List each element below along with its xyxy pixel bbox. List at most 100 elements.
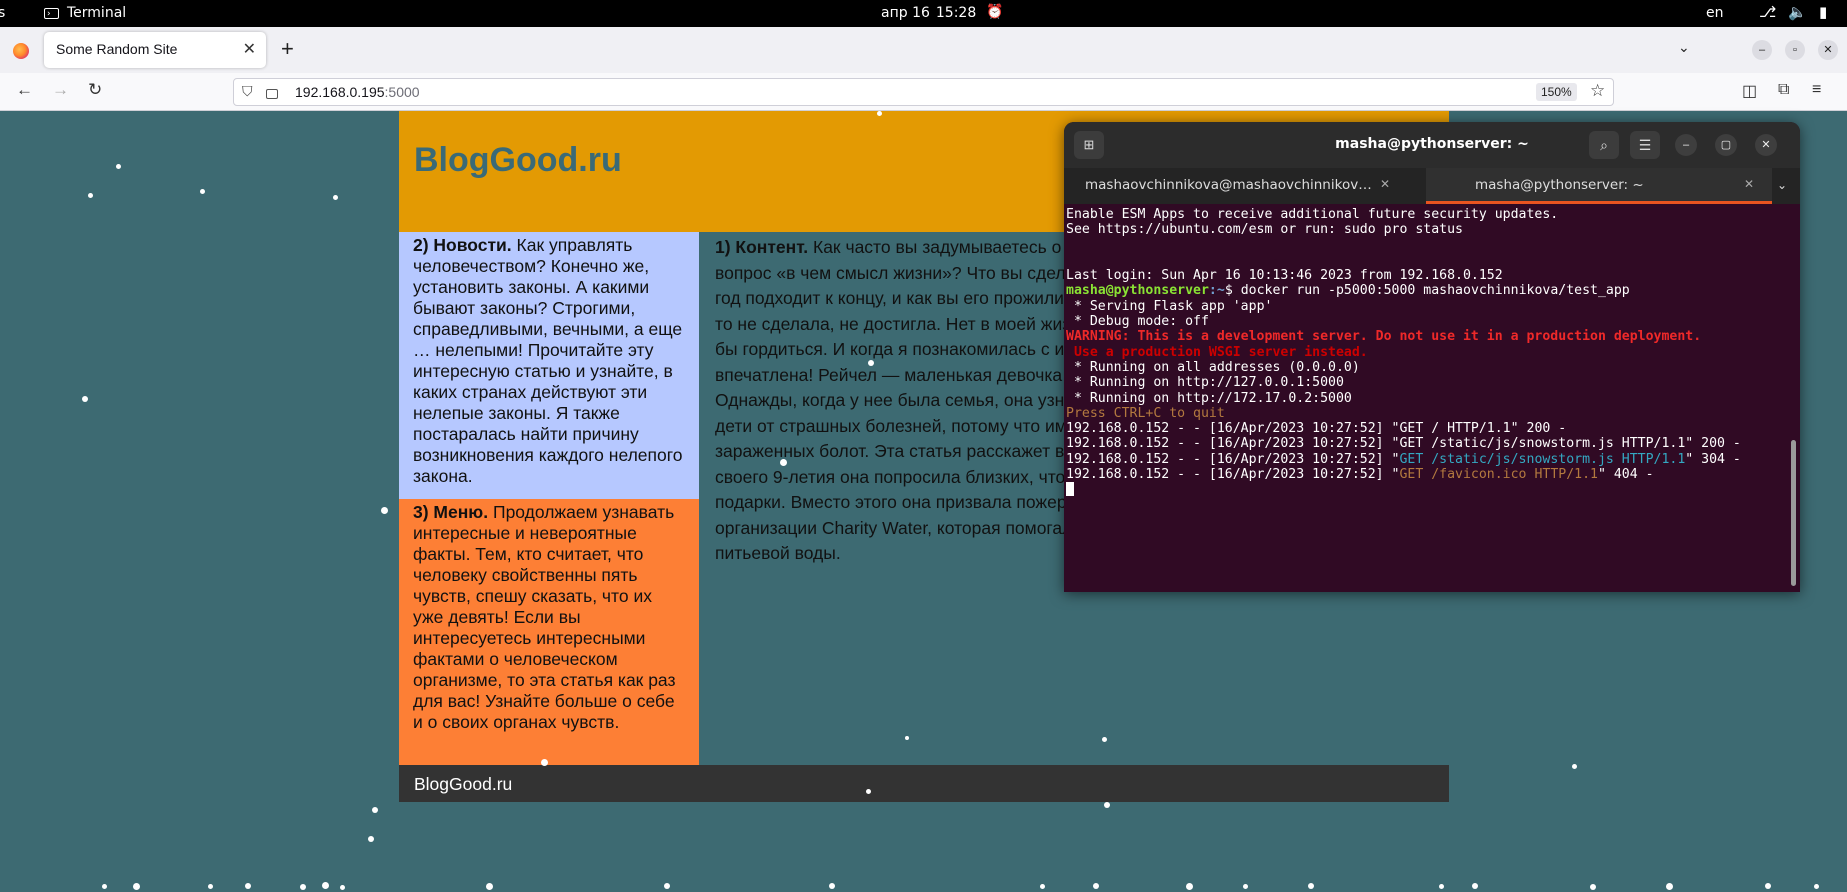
url-text[interactable]: 192.168.0.195:5000: [295, 84, 420, 100]
site-footer: BlogGood.ru: [399, 765, 1449, 802]
snowflake: [1590, 884, 1596, 890]
terminal-tab-label: mashaovchinnikova@mashaovchinnikov…: [1085, 177, 1372, 193]
log-request: GET /static/js/snowstorm.js HTTP/1.1: [1399, 436, 1686, 452]
warning-line: WARNING: This is a development server. D…: [1066, 329, 1702, 345]
active-tab-underline: [1426, 201, 1772, 204]
back-arrow-icon[interactable]: ←: [16, 80, 33, 100]
terminal-menu-icon[interactable]: ☰: [1630, 131, 1660, 159]
snowflake: [486, 883, 493, 890]
warning-line: Use a production WSGI server instead.: [1066, 344, 1368, 360]
bookmark-star-icon[interactable]: ☆: [1590, 81, 1605, 101]
url-port: :5000: [384, 84, 420, 100]
terminal-line: * Serving Flask app 'app': [1066, 298, 1273, 314]
maximize-window-button[interactable]: ▫: [1785, 40, 1805, 60]
snowflake: [905, 736, 909, 740]
system-tray[interactable]: ⎇ 🔈 ▮: [1759, 3, 1827, 21]
terminal-line: Last login: Sun Apr 16 10:13:46 2023 fro…: [1066, 268, 1503, 284]
snowflake: [368, 836, 374, 842]
log-status: " 200 -: [1510, 421, 1567, 437]
log-prefix: 192.168.0.152 - - [16/Apr/2023 10:27:52]…: [1066, 421, 1400, 437]
firefox-icon: [13, 43, 29, 59]
app-menu[interactable]: › Terminal: [44, 5, 126, 21]
new-tab-button[interactable]: +: [281, 36, 294, 62]
menu-text: Продолжаем узнавать интересные и невероя…: [413, 502, 676, 732]
terminal-cursor: [1066, 482, 1074, 497]
terminal-line: * Running on http://127.0.0.1:5000: [1066, 375, 1344, 391]
snowflake: [372, 807, 378, 813]
log-request: GET / HTTP/1.1: [1399, 421, 1511, 437]
log-request: GET /favicon.ico HTTP/1.1: [1399, 467, 1598, 483]
activities-fragment[interactable]: s: [0, 5, 5, 21]
snowflake: [300, 884, 306, 890]
footer-brand: BlogGood.ru: [414, 774, 513, 794]
terminal-tab-1[interactable]: mashaovchinnikova@mashaovchinnikov… ✕: [1064, 168, 1424, 204]
log-prefix: 192.168.0.152 - - [16/Apr/2023 10:27:52]…: [1066, 436, 1400, 452]
menu-heading: 3) Меню.: [413, 502, 489, 522]
terminal-line: * Running on http://172.17.0.2:5000: [1066, 390, 1352, 406]
url-bar[interactable]: ⛉ 192.168.0.195:5000 150% ☆: [233, 78, 1614, 106]
zoom-level-badge[interactable]: 150%: [1536, 83, 1577, 101]
terminal-scrollbar[interactable]: [1791, 440, 1796, 586]
snowflake: [82, 396, 88, 402]
terminal-maximize-button[interactable]: ▢: [1715, 134, 1737, 156]
prompt-path: :~: [1208, 283, 1225, 299]
terminal-window[interactable]: ⊞ masha@pythonserver: ~ ⌕ ☰ – ▢ ✕ mashao…: [1064, 122, 1800, 592]
tab-title: Some Random Site: [56, 41, 178, 57]
log-status: " 200 -: [1685, 436, 1741, 452]
snowflake: [877, 111, 882, 116]
insecure-lock-icon[interactable]: [266, 89, 278, 99]
list-all-tabs-chevron-icon[interactable]: ⌄: [1678, 39, 1690, 56]
browser-tab[interactable]: Some Random Site ✕: [44, 32, 266, 68]
terminal-close-button[interactable]: ✕: [1755, 134, 1777, 156]
terminal-tab-close-icon[interactable]: ✕: [1380, 177, 1390, 191]
clock[interactable]: апр 16 15:28: [881, 5, 976, 21]
browser-nav-bar: ← → ↻ ⛉ 192.168.0.195:5000 150% ☆ ◫ ⧉ ≡: [0, 73, 1847, 111]
site-brand: BlogGood.ru: [414, 141, 622, 179]
minimize-window-button[interactable]: –: [1752, 40, 1772, 60]
alarm-bell-icon: ⏰: [986, 4, 1004, 20]
snowflake: [208, 884, 213, 889]
clock-time: 15:28: [935, 5, 977, 21]
snowflake: [1765, 883, 1771, 889]
snowflake: [866, 789, 871, 794]
terminal-tab-close-icon[interactable]: ✕: [1744, 177, 1754, 191]
terminal-search-icon[interactable]: ⌕: [1589, 131, 1619, 159]
terminal-line: * Debug mode: off: [1066, 314, 1209, 330]
log-request: GET /static/js/snowstorm.js HTTP/1.1: [1399, 451, 1686, 467]
reload-icon[interactable]: ↻: [88, 80, 102, 100]
snowflake: [133, 883, 140, 890]
menu-section: 3) Меню. Продолжаем узнавать интересные …: [399, 499, 699, 765]
forward-arrow-icon[interactable]: →: [52, 80, 69, 100]
battery-icon: ▮: [1818, 3, 1828, 21]
snowflake: [780, 459, 787, 466]
log-status: " 404 -: [1597, 467, 1654, 483]
snowflake: [1814, 884, 1819, 889]
snowflake: [102, 884, 107, 889]
terminal-tab-2[interactable]: masha@pythonserver: ~ ✕: [1426, 168, 1772, 204]
app-menu-icon[interactable]: ≡: [1812, 81, 1821, 99]
terminal-header-bar[interactable]: ⊞ masha@pythonserver: ~ ⌕ ☰ – ▢ ✕: [1064, 122, 1800, 168]
terminal-minimize-button[interactable]: –: [1675, 134, 1697, 156]
tab-close-icon[interactable]: ✕: [243, 39, 256, 59]
pocket-icon[interactable]: ◫: [1742, 81, 1757, 101]
terminal-line: * Running on all addresses (0.0.0.0): [1066, 359, 1360, 375]
app-name: Terminal: [67, 5, 127, 21]
snowflake: [1102, 737, 1107, 742]
tracking-shield-icon[interactable]: ⛉: [242, 83, 253, 100]
close-window-button[interactable]: ✕: [1818, 40, 1838, 60]
snowflake: [200, 189, 205, 194]
snowflake: [245, 883, 251, 889]
snowflake: [1666, 883, 1673, 890]
snowflake: [116, 164, 121, 169]
keyboard-language[interactable]: en: [1706, 5, 1724, 21]
snowflake: [1186, 883, 1193, 890]
extensions-icon[interactable]: ⧉: [1778, 81, 1789, 99]
terminal-tab-bar: mashaovchinnikova@mashaovchinnikov… ✕ ma…: [1064, 168, 1800, 204]
terminal-output[interactable]: Enable ESM Apps to receive additional fu…: [1066, 207, 1782, 499]
snowflake: [322, 882, 329, 889]
system-top-bar: s › Terminal апр 16 15:28 ⏰ en ⎇ 🔈 ▮: [0, 0, 1847, 27]
snowflake: [829, 883, 835, 889]
terminal-tabs-chevron-down-icon[interactable]: ⌄: [1777, 178, 1787, 192]
prompt-command: $ docker run -p5000:5000 mashaovchinniko…: [1224, 283, 1630, 299]
news-section: 2) Новости. Как управлять человечеством?…: [399, 232, 699, 499]
